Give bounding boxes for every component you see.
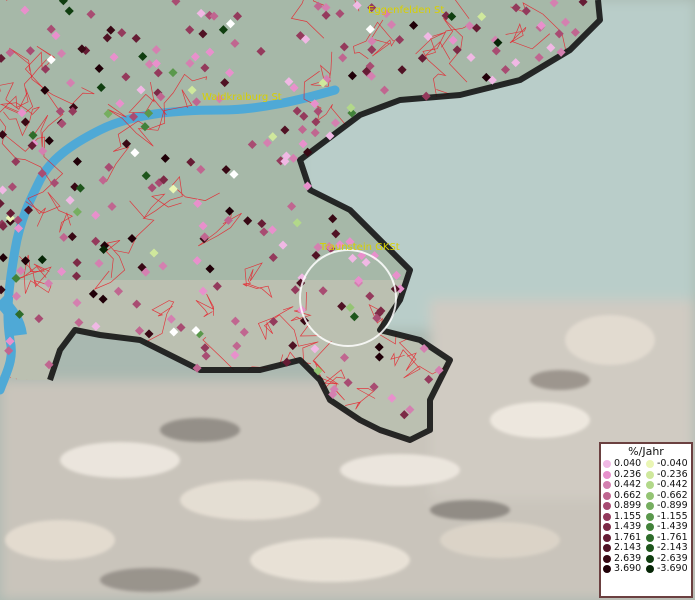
legend-label: -0.040	[657, 458, 688, 469]
place-label: Eggenfelden St	[368, 5, 444, 16]
legend-label: -1.439	[657, 521, 688, 532]
legend-swatch	[646, 502, 654, 511]
legend-entry-negative: -1.439	[646, 521, 689, 533]
legend-swatch	[646, 491, 654, 500]
map-canvas[interactable]: Eggenfelden St Waldkraiburg St Traunstein …	[0, 0, 695, 600]
legend-swatch	[603, 554, 611, 563]
legend-label: -0.899	[657, 500, 688, 511]
legend-swatch	[603, 544, 611, 553]
legend-label: 1.439	[614, 521, 642, 532]
legend-entry-negative: -3.690	[646, 563, 689, 575]
legend-swatch	[646, 523, 654, 532]
legend-label: 3.690	[614, 563, 642, 574]
legend-label: 0.442	[614, 479, 642, 490]
legend-swatch	[603, 460, 611, 469]
legend-entry-positive: 1.439	[603, 521, 646, 533]
legend-label: -3.690	[657, 563, 688, 574]
legend-entry-positive: 0.442	[603, 479, 646, 491]
legend-swatch	[603, 533, 611, 542]
legend-entry-negative: -0.442	[646, 479, 689, 491]
place-label: Traunstein GKSt	[319, 242, 400, 253]
legend-swatch	[646, 554, 654, 563]
legend-entry-negative: -0.040	[646, 458, 689, 470]
legend-swatch	[603, 481, 611, 490]
legend-entry-positive: 3.690	[603, 563, 646, 575]
legend-entry-positive: 0.899	[603, 500, 646, 512]
legend-swatch	[646, 533, 654, 542]
legend-swatch	[603, 470, 611, 479]
legend-label: -0.442	[657, 479, 688, 490]
legend-swatch	[646, 470, 654, 479]
legend-entry-negative: -0.899	[646, 500, 689, 512]
legend-entry-negative: -2.143	[646, 542, 689, 554]
legend-swatch	[646, 512, 654, 521]
legend-entry-positive: 0.040	[603, 458, 646, 470]
legend-title: %/Jahr	[628, 445, 664, 458]
legend-swatch	[646, 460, 654, 469]
legend-swatch	[603, 512, 611, 521]
place-label: Waldkraiburg St	[202, 92, 282, 103]
legend-label: 2.143	[614, 542, 642, 553]
legend-swatch	[646, 481, 654, 490]
legend-swatch	[603, 491, 611, 500]
legend-label: -2.143	[657, 542, 688, 553]
legend-swatch	[646, 544, 654, 553]
legend-swatch	[646, 565, 654, 574]
legend-swatch	[603, 565, 611, 574]
legend-swatch	[603, 502, 611, 511]
legend-label: 0.899	[614, 500, 642, 511]
legend-grid: 0.040 -0.040 0.236 -0.236 0.442 -0.442 0.662 -0…	[601, 458, 691, 575]
legend-entry-positive: 2.143	[603, 542, 646, 554]
legend-label: 0.040	[614, 458, 642, 469]
legend: %/Jahr 0.040 -0.040 0.236 -0.236 0.442 -0.442…	[599, 442, 693, 598]
legend-swatch	[603, 523, 611, 532]
